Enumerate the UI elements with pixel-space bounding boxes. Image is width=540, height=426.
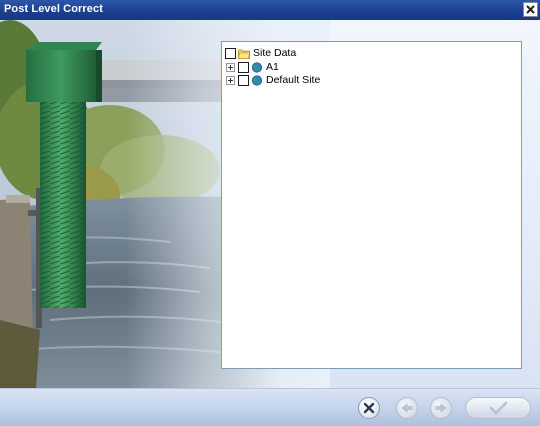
close-button[interactable] [523,2,538,17]
tree-node-a1[interactable]: A1 [226,60,279,74]
site-data-tree[interactable]: Site Data A1 Default Site [221,41,522,369]
back-button[interactable] [396,397,418,419]
next-button[interactable] [430,397,452,419]
tree-label-a1: A1 [266,61,279,73]
a1-checkbox[interactable] [238,61,249,73]
bottom-toolbar [0,388,540,426]
post-level-correct-window: Post Level Correct Site Data A1 Default … [0,0,540,426]
next-arrow-icon [435,403,447,413]
checkmark-icon [489,401,508,415]
close-x-icon [526,5,535,14]
default-site-checkbox[interactable] [238,74,249,86]
tree-node-site-data[interactable]: Site Data [225,46,296,60]
globe-site-icon [251,74,263,86]
folder-icon [238,48,250,59]
cancel-x-icon [363,402,375,414]
title-bar: Post Level Correct [0,0,540,20]
tree-label-site-data: Site Data [253,47,297,59]
ok-button[interactable] [465,397,531,419]
back-arrow-icon [401,403,413,413]
expand-plus-icon[interactable] [226,62,235,72]
site-data-checkbox[interactable] [225,47,236,59]
cancel-button[interactable] [358,397,380,419]
globe-site-icon [251,61,263,73]
expand-plus-icon[interactable] [226,75,235,85]
tree-label-default-site: Default Site [266,74,321,86]
window-title: Post Level Correct [4,3,104,15]
tree-node-default-site[interactable]: Default Site [226,73,320,87]
